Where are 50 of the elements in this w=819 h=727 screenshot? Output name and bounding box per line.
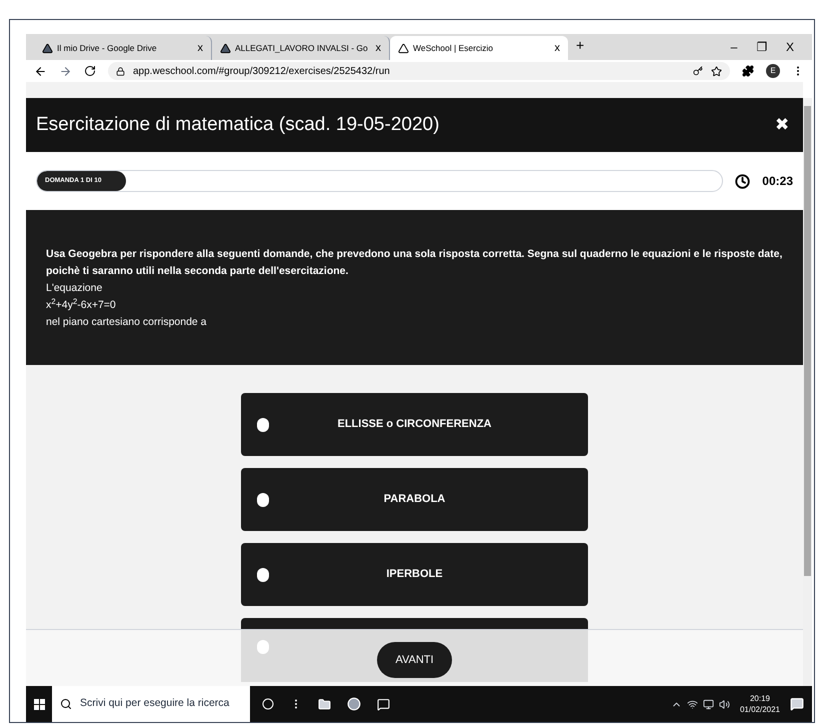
scrollbar[interactable] bbox=[803, 98, 812, 686]
tab-title: Il mio Drive - Google Drive bbox=[57, 42, 158, 54]
windows-icon[interactable] bbox=[34, 698, 44, 710]
clock-icon bbox=[735, 174, 750, 188]
network-icon[interactable] bbox=[686, 698, 698, 710]
monitor-icon[interactable] bbox=[702, 698, 714, 710]
tab-title: WeSchool | Esercizio bbox=[413, 42, 494, 54]
search-icon bbox=[60, 698, 72, 710]
next-button[interactable]: AVANTI bbox=[377, 642, 452, 678]
notes-icon[interactable] bbox=[377, 698, 390, 710]
question-text: x$^{2}$+4y$^{2}$-6x+7=0 bbox=[46, 297, 117, 313]
question-text: Usa Geogebra per rispondere alla seguenti domande, che prevedono una sola risposta corretta. Segna sul quaderno le equazioni e le risposte date, poichè ti saranno utili nella seconda parte dell'esercitazione. bbox=[46, 247, 783, 279]
timer: 00:23 bbox=[762, 173, 793, 190]
option-label: ELLISSE o CIRCONFERENZA bbox=[336, 417, 492, 432]
extensions-icon[interactable] bbox=[742, 65, 754, 77]
star-icon[interactable] bbox=[711, 66, 722, 76]
search-placeholder: Scrivi qui per eseguire la ricerca bbox=[80, 696, 230, 712]
option-label: IPERBOLE bbox=[385, 567, 444, 582]
notifications-icon[interactable] bbox=[790, 697, 804, 711]
close-tab-button[interactable]: x bbox=[198, 40, 203, 56]
taskbar-search-field[interactable]: Scrivi qui per eseguire la ricerca bbox=[52, 686, 250, 722]
folder-icon[interactable] bbox=[318, 698, 331, 710]
option-label: PARABOLA bbox=[382, 492, 446, 508]
new-tab-button[interactable]: + bbox=[576, 35, 584, 56]
url-text: app.weschool.com/#group/309212/exercises/2525432/run bbox=[133, 64, 390, 78]
browser-tab[interactable]: WeSchool | Esercizio x bbox=[390, 36, 568, 60]
tab-title: ALLEGATI_LAVORO INVALSI - Go bbox=[235, 42, 369, 54]
clock-date: 01/02/2021 bbox=[740, 704, 780, 715]
window-control[interactable]: ❐ bbox=[748, 38, 776, 56]
question-text: L'equazione bbox=[46, 281, 104, 296]
volume-icon[interactable] bbox=[718, 698, 730, 710]
key-icon[interactable] bbox=[693, 66, 703, 76]
back-icon[interactable] bbox=[34, 64, 47, 78]
clock-time: 20:19 bbox=[750, 693, 770, 704]
profile-avatar[interactable]: E bbox=[766, 64, 780, 78]
lock-icon bbox=[116, 66, 125, 76]
close-tab-button[interactable]: x bbox=[376, 40, 381, 56]
question-text: nel piano cartesiano corrisponde a bbox=[46, 315, 208, 330]
close-tab-button[interactable]: x bbox=[554, 40, 560, 56]
close-button[interactable]: ✖ bbox=[775, 112, 789, 138]
reload-icon[interactable] bbox=[84, 65, 96, 77]
forward-icon[interactable] bbox=[59, 64, 72, 78]
window-control[interactable]: – bbox=[720, 38, 748, 56]
window-control[interactable]: X bbox=[776, 38, 804, 56]
cortana-icon[interactable] bbox=[262, 698, 274, 710]
address-bar[interactable]: app.weschool.com/#group/309212/exercises/2525432/run bbox=[108, 62, 730, 80]
exercise-title: Esercitazione di matematica (scad. 19-05-2020) bbox=[36, 112, 440, 137]
answer-option[interactable]: ELLISSE o CIRCONFERENZA bbox=[241, 393, 588, 456]
answer-option[interactable]: IPERBOLE bbox=[241, 543, 588, 606]
answer-option[interactable]: PARABOLA bbox=[241, 468, 588, 531]
